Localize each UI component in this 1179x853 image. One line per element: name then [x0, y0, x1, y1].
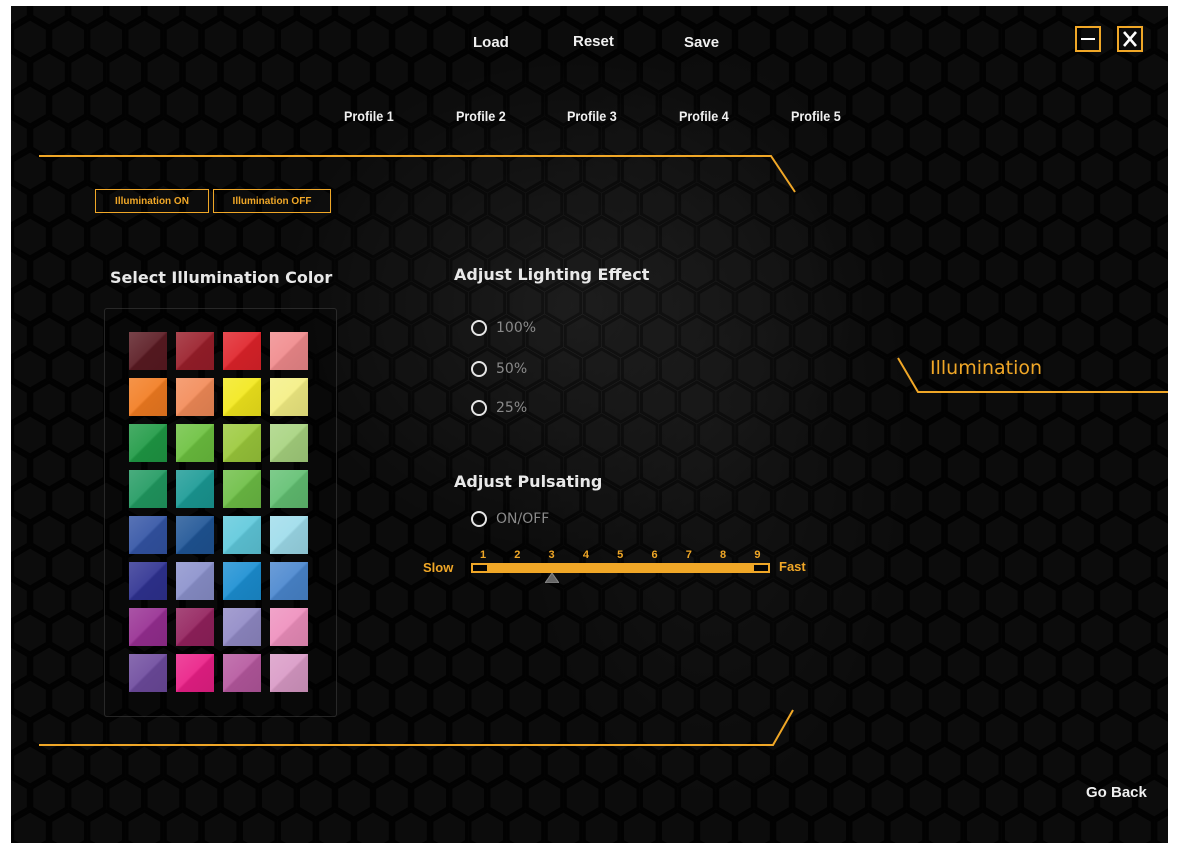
color-swatch[interactable]: [270, 470, 308, 508]
slider-tick-label: 2: [514, 549, 521, 561]
tab-profile-4[interactable]: Profile 4: [679, 108, 729, 124]
color-swatch[interactable]: [129, 332, 167, 370]
radio-circle-icon: [471, 361, 487, 377]
slider-tick-label: 4: [582, 549, 589, 561]
close-button[interactable]: [1117, 26, 1143, 52]
color-swatch[interactable]: [129, 608, 167, 646]
go-back-button[interactable]: Go Back: [1086, 784, 1147, 801]
minimize-icon: [1081, 38, 1095, 40]
tab-profile-3[interactable]: Profile 3: [567, 108, 617, 124]
slider-thumb-icon[interactable]: [544, 573, 559, 583]
color-swatch[interactable]: [176, 332, 214, 370]
color-swatch[interactable]: [129, 378, 167, 416]
color-picker-title: Select Illumination Color: [110, 268, 333, 287]
color-swatch[interactable]: [129, 654, 167, 692]
slider-left-cap: [473, 565, 487, 571]
color-swatch[interactable]: [270, 332, 308, 370]
app-root: Load Reset Save Profile 1 Profile 2 Prof…: [0, 0, 1179, 853]
top-divider-line: [39, 155, 796, 193]
color-swatch[interactable]: [176, 516, 214, 554]
lighting-100-radio[interactable]: 100%: [471, 320, 536, 336]
radio-circle-icon: [471, 400, 487, 416]
pulsating-title: Adjust Pulsating: [454, 472, 603, 491]
color-swatch[interactable]: [223, 516, 261, 554]
radio-label: 25%: [496, 400, 528, 416]
lighting-50-radio[interactable]: 50%: [471, 361, 527, 377]
slider-tick-label: 1: [479, 549, 487, 561]
pulsating-toggle-radio[interactable]: ON/OFF: [471, 511, 549, 527]
slider-tick-label: 7: [685, 549, 692, 561]
close-icon: [1123, 31, 1137, 47]
radio-label: 100%: [496, 320, 537, 336]
slider-slow-label: Slow: [423, 560, 454, 575]
color-swatch[interactable]: [223, 424, 261, 462]
reset-button[interactable]: Reset: [573, 33, 614, 50]
radio-circle-icon: [471, 511, 487, 527]
tab-profile-2[interactable]: Profile 2: [456, 108, 506, 124]
tab-profile-5[interactable]: Profile 5: [791, 108, 841, 124]
color-swatch[interactable]: [176, 378, 214, 416]
slider-tick-label: 5: [617, 549, 624, 561]
illumination-off-button[interactable]: Illumination OFF: [213, 189, 331, 213]
color-swatch[interactable]: [176, 562, 214, 600]
color-swatch[interactable]: [176, 470, 214, 508]
pulsating-speed-slider[interactable]: [471, 563, 770, 573]
color-swatch[interactable]: [270, 424, 308, 462]
color-swatch[interactable]: [176, 608, 214, 646]
radio-label: 50%: [496, 361, 528, 377]
illumination-on-button[interactable]: Illumination ON: [95, 189, 209, 213]
radio-label: ON/OFF: [496, 511, 550, 527]
color-swatch-grid: [129, 332, 311, 696]
slider-tick-label: 6: [651, 549, 658, 561]
color-swatch[interactable]: [176, 424, 214, 462]
slider-tick-label: 8: [720, 549, 727, 561]
color-swatch[interactable]: [176, 654, 214, 692]
slider-tick-labels: 1 2 3 4 5 6 7 8 9: [477, 549, 767, 563]
slider-tick-label: 9: [754, 549, 761, 561]
color-swatch[interactable]: [270, 562, 308, 600]
color-swatch[interactable]: [223, 470, 261, 508]
color-swatch[interactable]: [129, 516, 167, 554]
color-swatch[interactable]: [223, 562, 261, 600]
color-swatch[interactable]: [223, 654, 261, 692]
slider-right-cap: [754, 565, 768, 571]
color-swatch[interactable]: [270, 378, 308, 416]
color-swatch[interactable]: [129, 562, 167, 600]
lighting-25-radio[interactable]: 25%: [471, 400, 527, 416]
load-button[interactable]: Load: [473, 34, 509, 51]
radio-circle-icon: [471, 320, 487, 336]
minimize-button[interactable]: [1075, 26, 1101, 52]
color-swatch[interactable]: [223, 608, 261, 646]
color-swatch[interactable]: [270, 516, 308, 554]
tab-profile-1[interactable]: Profile 1: [344, 108, 394, 124]
color-swatch[interactable]: [270, 608, 308, 646]
lighting-effect-title: Adjust Lighting Effect: [454, 265, 650, 284]
color-swatch[interactable]: [223, 332, 261, 370]
slider-tick-label: 3: [548, 549, 555, 561]
color-swatch[interactable]: [129, 470, 167, 508]
color-swatch[interactable]: [270, 654, 308, 692]
save-button[interactable]: Save: [684, 34, 719, 51]
color-swatch[interactable]: [129, 424, 167, 462]
section-title-illumination: Illumination: [930, 357, 1043, 379]
slider-fast-label: Fast: [779, 559, 806, 574]
main-panel: Load Reset Save Profile 1 Profile 2 Prof…: [11, 6, 1168, 843]
color-swatch[interactable]: [223, 378, 261, 416]
